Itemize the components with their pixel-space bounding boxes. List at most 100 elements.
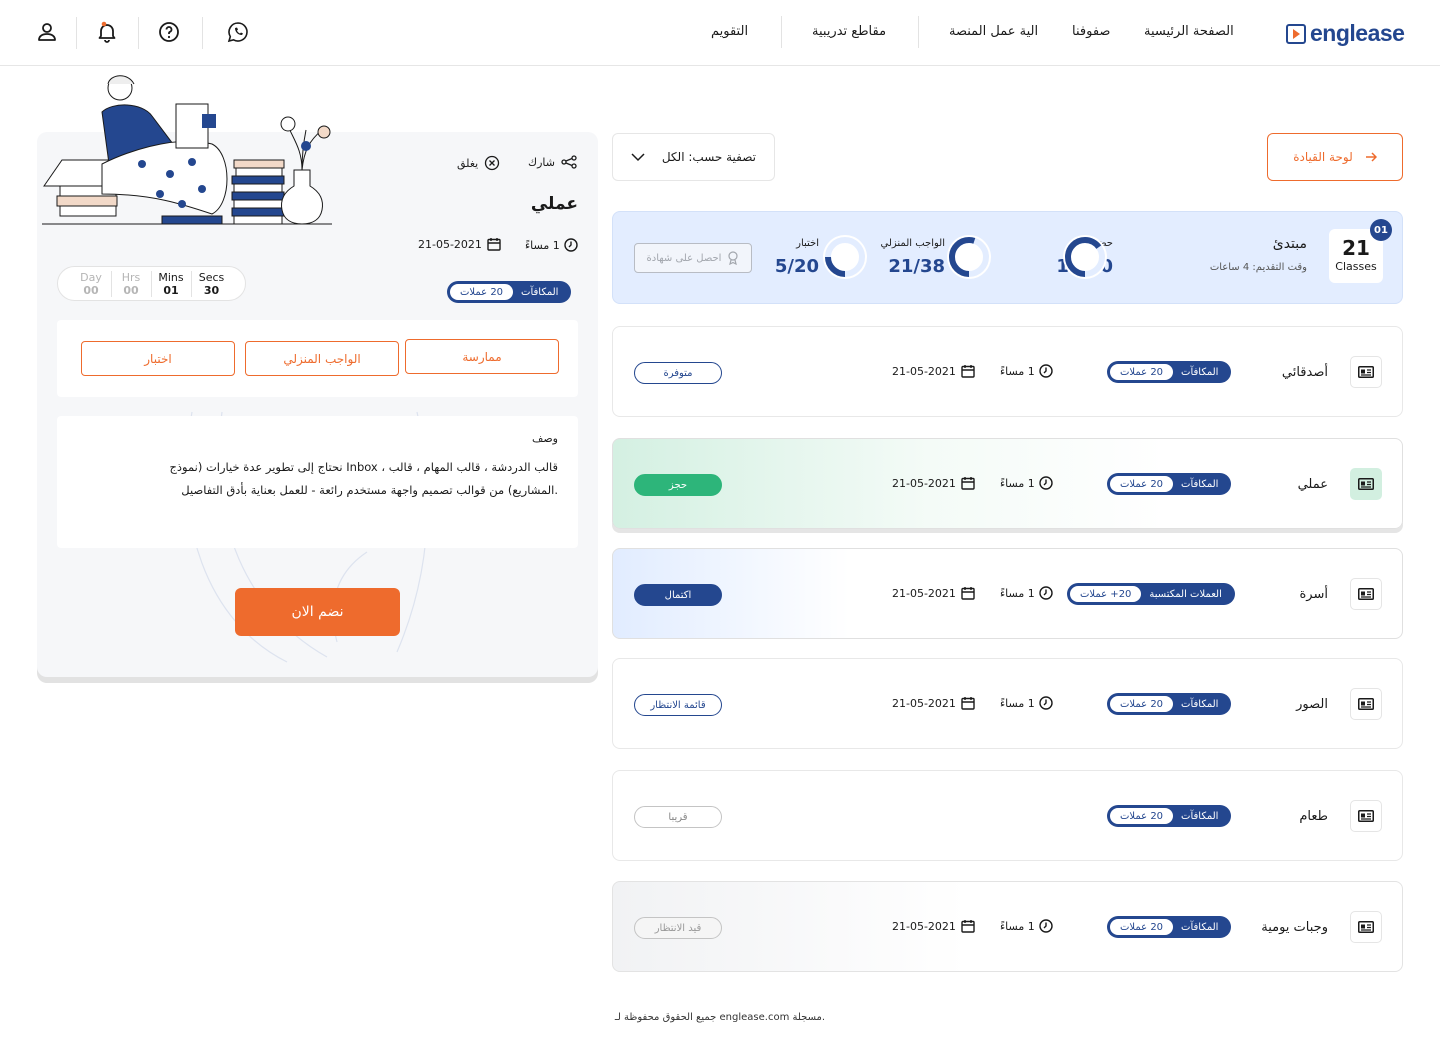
class-time: 1 مساءً <box>1000 696 1053 710</box>
class-status-button[interactable]: اكتمال <box>634 584 722 606</box>
icon-divider <box>76 17 77 49</box>
class-date-text: 21-05-2021 <box>892 696 956 710</box>
class-time: 1 مساءً <box>1000 364 1053 378</box>
nav-how-it-works[interactable]: الية عمل المنصة <box>949 24 1038 39</box>
class-date: 21-05-2021 <box>892 476 975 490</box>
stat-homework: الواجب المنزلي 21/38 <box>875 228 955 298</box>
class-status-button[interactable]: قائمة الانتظار <box>634 694 722 716</box>
class-title: طعام <box>1299 809 1328 824</box>
class-card[interactable]: وجبات يومية المكافآت 20 عملات 1 مساءً 21… <box>612 881 1403 972</box>
countdown-unit-value: 01 <box>163 283 179 297</box>
class-card[interactable]: طعام المكافآت 20 عملات قريبا <box>612 770 1403 861</box>
countdown-unit: Day 00 <box>72 270 112 297</box>
class-title: عملي <box>1297 477 1328 492</box>
stat-homework-value: 21/38 <box>888 256 945 277</box>
reward-value: 20 عملات <box>1110 808 1174 824</box>
clock-icon <box>1039 919 1053 933</box>
class-date: 21-05-2021 <box>892 364 975 378</box>
stat-homework-label: الواجب المنزلي <box>880 238 945 249</box>
class-card[interactable]: الصور المكافآت 20 عملات 1 مساءً 21-05-20… <box>612 658 1403 749</box>
leaderboard-button[interactable]: لوحة القيادة <box>1267 133 1403 181</box>
test-ring <box>823 235 867 279</box>
award-icon <box>728 251 739 265</box>
class-status-button[interactable]: متوفرة <box>634 362 722 384</box>
leaderboard-label: لوحة القيادة <box>1293 150 1353 164</box>
class-card[interactable]: أصدقائي المكافآت 20 عملات 1 مساءً 21-05-… <box>612 326 1403 417</box>
class-date-text: 21-05-2021 <box>892 476 956 490</box>
class-card[interactable]: أسرة العملات المكتسبة 20+ عملات 1 مساءً … <box>612 548 1403 639</box>
certificate-button[interactable]: احصل على شهادة <box>634 243 752 273</box>
class-time-text: 1 مساءً <box>1000 364 1035 378</box>
countdown-unit: Mins 01 <box>152 270 192 297</box>
share-button[interactable]: شارك <box>528 155 577 169</box>
countdown-unit-label: Hrs <box>121 270 141 284</box>
reward-pill: المكافآت 20 عملات <box>1107 361 1232 383</box>
filter-label: تصفية حسب: الكل <box>661 150 756 164</box>
tab-test[interactable]: اختبار <box>81 341 235 376</box>
clock-icon <box>1039 696 1053 710</box>
chevron-down-icon <box>631 153 645 162</box>
reward-label: المكافآت <box>521 286 559 298</box>
reward-value: 20 عملات <box>450 284 514 300</box>
clock-icon <box>1039 364 1053 378</box>
tab-homework[interactable]: الواجب المنزلي <box>245 341 399 376</box>
reward-pill: المكافآت 20 عملات <box>1107 473 1232 495</box>
reward-pill: المكافآت 20 عملات <box>1107 805 1232 827</box>
description-line: نحتاج إلى تطوير عدة خيارات (نموذج Inbox … <box>169 460 559 474</box>
countdown-unit-label: Mins <box>158 270 184 284</box>
detail-time: 1 مساءً <box>525 238 578 252</box>
bell-icon[interactable] <box>95 20 119 44</box>
calendar-icon <box>961 477 975 490</box>
reward-value: 20+ عملات <box>1070 586 1142 602</box>
help-icon[interactable] <box>157 20 181 44</box>
brand-logo[interactable]: englease <box>1286 20 1405 47</box>
user-icon[interactable] <box>35 20 59 44</box>
nav-training-clips[interactable]: مقاطع تدريبية <box>812 24 886 39</box>
description-line: المشاريع) من قوالب تصميم واجهة مستخدم را… <box>181 483 558 497</box>
class-card-icon <box>1350 911 1382 943</box>
clock-icon <box>1039 586 1053 600</box>
reward-label: العملات المكتسبة <box>1149 588 1222 600</box>
arrow-right-icon <box>1365 152 1377 162</box>
icon-divider <box>138 17 139 49</box>
calendar-icon <box>961 365 975 378</box>
calendar-icon <box>961 697 975 710</box>
countdown-unit-value: 00 <box>83 283 99 297</box>
whatsapp-icon[interactable] <box>226 20 250 44</box>
calendar-icon <box>487 238 501 251</box>
reward-label: المكافآت <box>1181 810 1219 822</box>
filter-dropdown[interactable]: تصفية حسب: الكل <box>612 133 775 181</box>
class-card[interactable]: عملي المكافآت 20 عملات 1 مساءً 21-05-202… <box>612 438 1403 529</box>
class-card-icon <box>1350 688 1382 720</box>
nav-classes[interactable]: صفوفنا <box>1072 24 1110 39</box>
tab-practice[interactable]: ممارسة <box>405 339 559 374</box>
share-icon <box>561 155 577 169</box>
activity-tabs: ممارسة الواجب المنزلي اختبار <box>57 320 578 397</box>
calendar-icon <box>961 920 975 933</box>
nav-calendar[interactable]: التقويم <box>711 24 748 39</box>
top-navigation-bar: englease الصفحة الرئيسية صفوفنا الية عمل… <box>0 0 1440 66</box>
reward-value: 20 عملات <box>1110 476 1174 492</box>
reward-value: 20 عملات <box>1110 919 1174 935</box>
close-button[interactable]: يغلق <box>457 155 500 171</box>
class-time: 1 مساءً <box>1000 919 1053 933</box>
detail-reward-pill: المكافآت 20 عملات <box>447 281 572 303</box>
countdown-unit: Secs 30 <box>192 271 232 297</box>
class-status-button[interactable]: حجز <box>634 474 722 496</box>
detail-title: عملي <box>530 194 578 214</box>
reward-label: المكافآت <box>1181 698 1219 710</box>
nav-divider <box>781 16 782 48</box>
footer-copyright: جميع الحقوق محفوظة لـ englease.com مسجلة… <box>614 1012 826 1023</box>
clock-icon <box>1039 476 1053 490</box>
nav-home[interactable]: الصفحة الرئيسية <box>1144 24 1234 39</box>
class-time: 1 مساءً <box>1000 586 1053 600</box>
class-date-text: 21-05-2021 <box>892 364 956 378</box>
class-status-button[interactable]: قريبا <box>634 806 722 828</box>
description-title: وصف <box>531 432 558 445</box>
close-label: يغلق <box>457 156 479 170</box>
countdown-unit-value: 30 <box>203 283 220 297</box>
class-status-button[interactable]: قيد الانتظار <box>634 917 722 939</box>
class-date: 21-05-2021 <box>892 919 975 933</box>
join-now-button[interactable]: نضم الان <box>235 588 400 636</box>
countdown-unit: Hrs 00 <box>112 270 152 297</box>
